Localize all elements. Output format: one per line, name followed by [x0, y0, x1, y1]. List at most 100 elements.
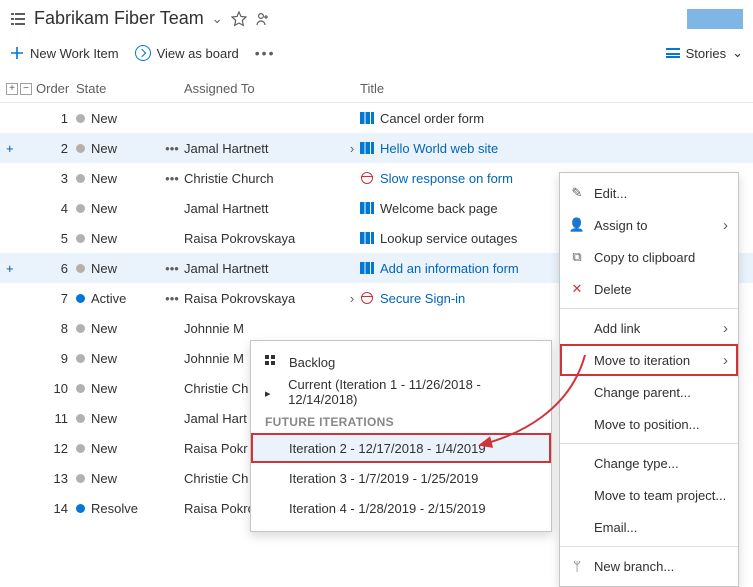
story-icon — [360, 142, 374, 154]
state-dot-icon — [76, 384, 85, 393]
menu-email[interactable]: Email... — [560, 511, 738, 543]
column-header-assigned[interactable]: Assigned To — [184, 81, 344, 96]
bug-icon — [360, 172, 374, 184]
table-row[interactable]: +2New•••Jamal HartnettHello World web si… — [0, 133, 753, 163]
state-dot-icon — [76, 144, 85, 153]
state-dot-icon — [76, 264, 85, 273]
cell-order: 4 — [36, 201, 76, 216]
state-dot-icon — [76, 234, 85, 243]
menu-delete[interactable]: ✕Delete — [560, 273, 738, 305]
people-icon[interactable] — [255, 11, 271, 27]
backlog-icon — [10, 11, 26, 27]
person-icon: 👤 — [570, 218, 584, 232]
cell-assigned: Raisa Pokrovskaya — [184, 231, 344, 246]
toolbar: New Work Item View as board ••• Stories … — [0, 35, 753, 75]
right-block — [687, 9, 743, 29]
toolbar-more-button[interactable]: ••• — [255, 45, 276, 61]
cell-order: 13 — [36, 471, 76, 486]
row-more-button[interactable]: ••• — [160, 171, 184, 186]
state-dot-icon — [76, 414, 85, 423]
cell-state: New — [76, 141, 160, 156]
context-menu: ✎Edit... 👤Assign to ⧉Copy to clipboard ✕… — [559, 172, 739, 587]
cell-state: New — [76, 351, 160, 366]
cell-order: 2 — [36, 141, 76, 156]
expand-row-icon[interactable] — [344, 141, 360, 156]
cell-assigned: Jamal Hartnett — [184, 261, 344, 276]
cell-assigned: Johnnie M — [184, 321, 344, 336]
menu-move-team-project[interactable]: Move to team project... — [560, 479, 738, 511]
backlog-level-selector[interactable]: Stories ⌄ — [666, 45, 743, 61]
cell-state: Resolve — [76, 501, 160, 516]
iteration-4[interactable]: Iteration 4 - 1/28/2019 - 2/15/2019 — [251, 493, 551, 523]
cell-state: New — [76, 201, 160, 216]
state-dot-icon — [76, 204, 85, 213]
new-work-item-button[interactable]: New Work Item — [10, 46, 119, 61]
menu-change-type[interactable]: Change type... — [560, 447, 738, 479]
cell-state: New — [76, 471, 160, 486]
state-dot-icon — [76, 114, 85, 123]
story-icon — [360, 232, 374, 244]
row-more-button[interactable]: ••• — [160, 261, 184, 276]
menu-add-link[interactable]: Add link — [560, 312, 738, 344]
cell-assigned: Christie Church — [184, 171, 344, 186]
expand-all-icon[interactable]: + — [6, 83, 18, 95]
state-dot-icon — [76, 294, 85, 303]
pencil-icon: ✎ — [570, 186, 584, 200]
menu-assign-to[interactable]: 👤Assign to — [560, 209, 738, 241]
cell-title[interactable]: Hello World web site — [360, 141, 753, 156]
menu-edit[interactable]: ✎Edit... — [560, 177, 738, 209]
cell-state: New — [76, 381, 160, 396]
menu-move-to-iteration[interactable]: Move to iteration — [560, 344, 738, 376]
column-header-order[interactable]: Order — [36, 81, 76, 96]
cell-assigned: Jamal Hartnett — [184, 201, 344, 216]
future-iterations-header: FUTURE ITERATIONS — [251, 407, 551, 433]
add-child-icon[interactable]: + — [6, 261, 24, 276]
cell-state: New — [76, 231, 160, 246]
view-as-board-label: View as board — [157, 46, 239, 61]
copy-icon: ⧉ — [570, 250, 584, 264]
cell-order: 3 — [36, 171, 76, 186]
cell-title[interactable]: Cancel order form — [360, 111, 753, 126]
collapse-all-icon[interactable]: − — [20, 83, 32, 95]
grid-icon — [265, 355, 279, 369]
column-header-state[interactable]: State — [76, 81, 160, 96]
page-header: Fabrikam Fiber Team ⌄ — [0, 0, 753, 35]
iteration-3[interactable]: Iteration 3 - 1/7/2019 - 1/25/2019 — [251, 463, 551, 493]
view-as-board-button[interactable]: View as board — [135, 45, 239, 61]
menu-copy[interactable]: ⧉Copy to clipboard — [560, 241, 738, 273]
state-dot-icon — [76, 354, 85, 363]
team-title[interactable]: Fabrikam Fiber Team — [34, 8, 204, 29]
iteration-backlog[interactable]: Backlog — [251, 347, 551, 377]
menu-change-parent[interactable]: Change parent... — [560, 376, 738, 408]
cell-state: New — [76, 321, 160, 336]
iteration-2[interactable]: Iteration 2 - 12/17/2018 - 1/4/2019 — [251, 433, 551, 463]
cell-assigned: Raisa Pokrovskaya — [184, 291, 344, 306]
row-more-button[interactable]: ••• — [160, 291, 184, 306]
menu-new-branch[interactable]: ᛘNew branch... — [560, 550, 738, 582]
menu-move-to-position[interactable]: Move to position... — [560, 408, 738, 440]
story-icon — [360, 202, 374, 214]
cell-state: New — [76, 261, 160, 276]
new-work-item-label: New Work Item — [30, 46, 119, 61]
row-more-button[interactable]: ••• — [160, 141, 184, 156]
table-row[interactable]: +1NewCancel order form — [0, 103, 753, 133]
expand-collapse-controls[interactable]: + − — [6, 83, 36, 95]
column-header-title[interactable]: Title — [360, 81, 753, 96]
cell-state: New — [76, 171, 160, 186]
add-child-icon[interactable]: + — [6, 141, 24, 156]
story-icon — [360, 112, 374, 124]
cell-state: New — [76, 441, 160, 456]
state-dot-icon — [76, 474, 85, 483]
cell-state: New — [76, 411, 160, 426]
expand-row-icon[interactable] — [344, 291, 360, 306]
cell-order: 5 — [36, 231, 76, 246]
iteration-current[interactable]: Current (Iteration 1 - 11/26/2018 - 12/1… — [251, 377, 551, 407]
stories-label: Stories — [686, 46, 726, 61]
bug-icon — [360, 292, 374, 304]
story-icon — [360, 262, 374, 274]
cell-order: 9 — [36, 351, 76, 366]
cell-order: 14 — [36, 501, 76, 516]
star-icon[interactable] — [231, 11, 247, 27]
cell-order: 8 — [36, 321, 76, 336]
chevron-down-icon[interactable]: ⌄ — [212, 11, 223, 27]
